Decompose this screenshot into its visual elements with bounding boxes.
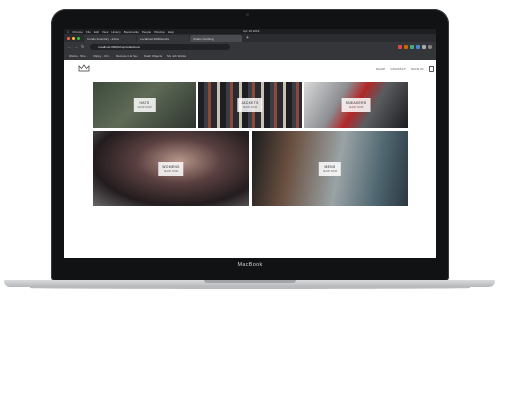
category-title: MENS: [324, 164, 336, 169]
address-text: localhost:3000/shop/collections: [98, 44, 140, 49]
back-icon[interactable]: ←: [67, 44, 71, 49]
menu-item[interactable]: Help: [168, 30, 174, 34]
category-title: HATS: [139, 101, 150, 105]
forward-icon[interactable]: →: [74, 44, 78, 49]
category-tile-womens[interactable]: WOMENS SHOP NOW: [93, 131, 249, 206]
minimize-window-icon[interactable]: [72, 37, 75, 40]
nav-signin-link[interactable]: SIGN IN: [411, 67, 424, 71]
menu-item[interactable]: History: [111, 30, 120, 34]
category-tile-mens[interactable]: MENS SHOP NOW: [252, 131, 408, 206]
laptop-mockup:  Chrome File Edit View History Bookmark…: [0, 0, 505, 402]
category-cta: SHOP NOW: [322, 169, 338, 173]
category-title: JACKETS: [241, 101, 259, 105]
menu-item[interactable]: Window: [154, 30, 165, 34]
storefront-page: SHOP CONTACT SIGN IN HATS SHOP NOW JACKE…: [64, 60, 436, 258]
category-label: WOMENS SHOP NOW: [158, 161, 184, 176]
reload-icon[interactable]: ↻: [81, 44, 84, 49]
apple-menu-icon[interactable]: : [67, 30, 69, 34]
menubar-clock: Apr 19 2019: [243, 29, 260, 33]
laptop-hinge-notch: [204, 280, 296, 283]
category-cta: SHOP NOW: [242, 106, 258, 109]
browser-tab[interactable]: Condo Inventory - Inbox: [84, 35, 136, 42]
menu-item[interactable]: View: [102, 30, 108, 34]
menu-item[interactable]: Edit: [94, 30, 99, 34]
category-tile-hats[interactable]: HATS SHOP NOW: [93, 82, 196, 128]
new-tab-icon[interactable]: +: [246, 35, 249, 41]
extension-icon[interactable]: [410, 44, 414, 49]
window-controls: [67, 37, 80, 40]
webcam: [246, 13, 249, 16]
browser-tab-active[interactable]: Charis Clothing: [190, 35, 242, 42]
tab-label: Condo Inventory - Inbox: [87, 36, 120, 41]
profile-avatar[interactable]: [428, 44, 432, 49]
close-window-icon[interactable]: [67, 37, 70, 40]
category-label: SNEAKERS SHOP NOW: [341, 98, 371, 112]
crown-logo-icon[interactable]: [78, 64, 90, 72]
category-label: HATS SHOP NOW: [133, 98, 156, 112]
bookmark-item[interactable]: Dash Objects: [144, 54, 162, 58]
category-tile-sneakers[interactable]: SNEAKERS SHOP NOW: [304, 82, 408, 128]
extension-icon[interactable]: [398, 44, 402, 49]
tab-label: Localhost:3000/works: [140, 36, 170, 41]
extension-icon[interactable]: [404, 44, 408, 49]
nav-contact-link[interactable]: CONTACT: [390, 67, 406, 71]
category-title: WOMENS: [162, 164, 180, 169]
laptop-shadow: [30, 287, 470, 289]
shopping-bag-icon[interactable]: [428, 66, 434, 72]
bookmark-item[interactable]: Works - Sho...: [69, 54, 88, 58]
menu-item[interactable]: File: [86, 30, 91, 34]
nav-shop-link[interactable]: SHOP: [376, 67, 385, 71]
site-nav: SHOP CONTACT SIGN IN: [376, 66, 434, 72]
laptop-chin: MacBook: [64, 258, 436, 272]
extensions-area: [398, 44, 432, 49]
category-tile-jackets[interactable]: JACKETS SHOP NOW: [198, 82, 302, 128]
category-cta: SHOP NOW: [137, 106, 152, 109]
category-title: SNEAKERS: [345, 101, 367, 105]
bookmark-item[interactable]: Clippy - CO...: [93, 54, 111, 58]
menu-item[interactable]: People: [142, 30, 151, 34]
address-bar[interactable]: localhost:3000/shop/collections: [90, 43, 231, 50]
category-label: MENS SHOP NOW: [318, 161, 342, 176]
bookmark-item[interactable]: Remote it at Sa...: [116, 54, 139, 58]
extension-icon[interactable]: [416, 44, 420, 49]
tab-strip: Condo Inventory - Inbox Localhost:3000/w…: [64, 34, 436, 42]
brand-label: MacBook: [237, 262, 263, 268]
menu-item[interactable]: Chrome: [72, 30, 83, 34]
category-label: JACKETS SHOP NOW: [237, 98, 263, 112]
menu-item[interactable]: Bookmarks: [124, 30, 139, 34]
extension-icon[interactable]: [422, 44, 426, 49]
tab-label: Charis Clothing: [193, 36, 214, 41]
browser-window:  Chrome File Edit View History Bookmark…: [64, 29, 436, 61]
bookmark-item[interactable]: My Job Works: [167, 54, 186, 58]
browser-toolbar: ← → ↻ localhost:3000/shop/collections: [64, 42, 436, 51]
category-cta: SHOP NOW: [163, 169, 179, 173]
maximize-window-icon[interactable]: [77, 37, 80, 40]
browser-tab[interactable]: Localhost:3000/works: [137, 35, 189, 42]
laptop-screen:  Chrome File Edit View History Bookmark…: [64, 29, 436, 258]
category-cta: SHOP NOW: [348, 106, 364, 109]
